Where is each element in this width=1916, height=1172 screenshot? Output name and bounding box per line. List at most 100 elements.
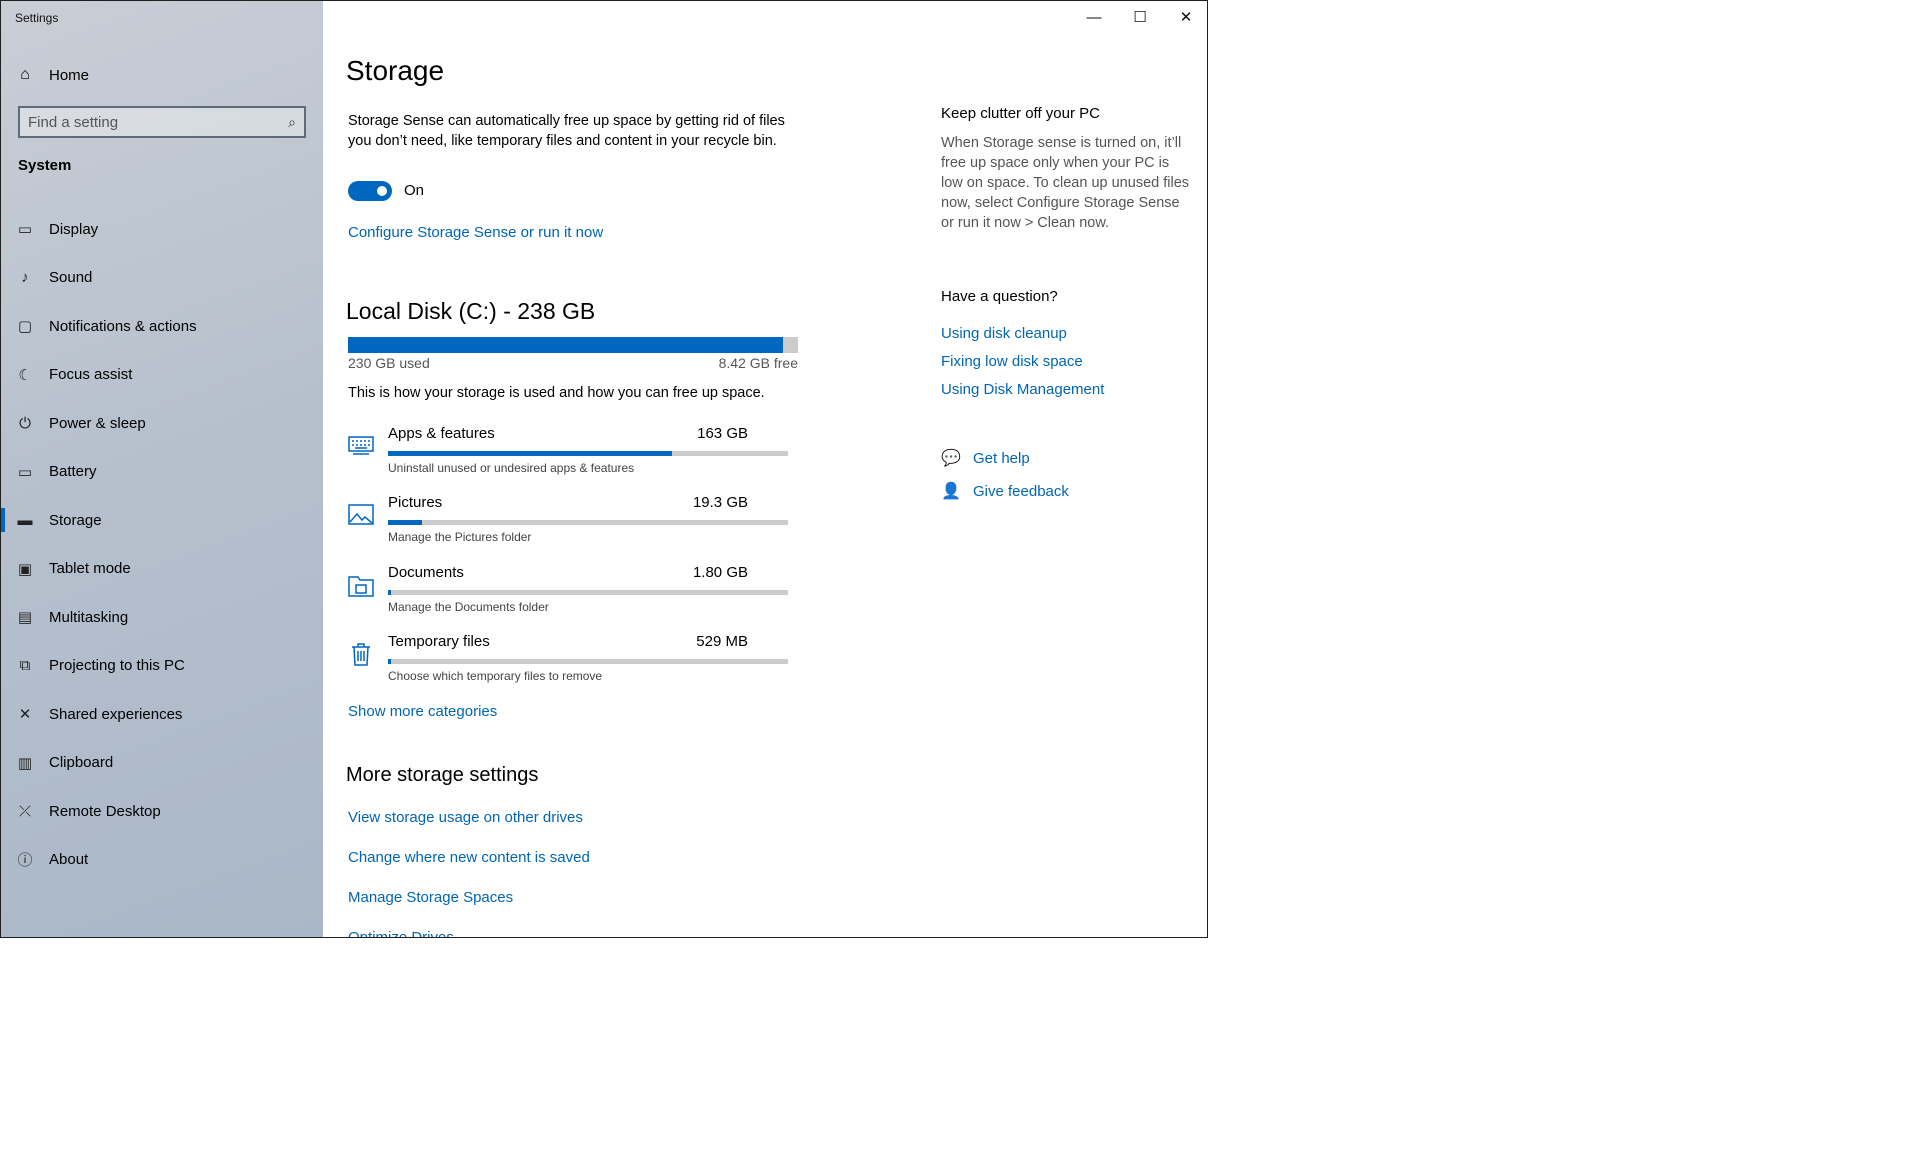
sidebar-item-remote-desktop[interactable]: ⤫ Remote Desktop: [1, 787, 323, 836]
question-title: Have a question?: [941, 288, 1058, 305]
sidebar-item-multitasking[interactable]: ▤ Multitasking: [1, 593, 323, 642]
app-title: Settings: [15, 11, 59, 25]
more-storage-settings-title: More storage settings: [346, 764, 539, 786]
search-input[interactable]: [20, 112, 280, 132]
sidebar-item-notifications[interactable]: ▢ Notifications & actions: [1, 302, 323, 351]
category-usage-bar: [388, 659, 788, 664]
home-nav-item[interactable]: ⌂ Home: [1, 57, 323, 93]
category-size: 163 GB: [697, 425, 748, 442]
chat-help-icon: 💬: [941, 450, 961, 467]
toggle-state-label: On: [404, 182, 425, 199]
sidebar-item-tablet-mode[interactable]: ▣ Tablet mode: [1, 545, 323, 594]
give-feedback-link[interactable]: Give feedback: [973, 483, 1069, 500]
category-description: Choose which temporary files to remove: [388, 669, 603, 683]
disk-usage-fill: [348, 337, 783, 353]
change-new-content-location-link[interactable]: Change where new content is saved: [348, 849, 590, 866]
sidebar-item-label: Projecting to this PC: [49, 657, 185, 675]
category-pictures[interactable]: Pictures 19.3 GB Manage the Pictures fol…: [348, 494, 788, 556]
sidebar-item-label: Storage: [49, 511, 102, 529]
show-more-categories-link[interactable]: Show more categories: [348, 703, 497, 720]
sidebar-item-label: Battery: [49, 463, 97, 481]
sidebar-item-clipboard[interactable]: ▥ Clipboard: [1, 739, 323, 788]
section-header-system: System: [18, 157, 72, 174]
multitasking-icon: ▤: [17, 609, 33, 627]
category-description: Manage the Documents folder: [388, 600, 549, 614]
optimize-drives-link[interactable]: Optimize Drives: [348, 929, 454, 937]
disk-free-label: 8.42 GB free: [718, 355, 798, 371]
storage-icon: ▬: [17, 511, 33, 529]
category-name: Apps & features: [388, 425, 495, 442]
sidebar-item-shared-experiences[interactable]: ✕ Shared experiences: [1, 690, 323, 739]
sidebar-item-label: Multitasking: [49, 608, 129, 626]
sidebar-item-label: Shared experiences: [49, 705, 183, 723]
apps-icon: [348, 436, 374, 455]
clutter-text: When Storage sense is turned on, it’ll f…: [941, 135, 1190, 231]
page-title: Storage: [346, 55, 445, 86]
trash-icon: [352, 643, 370, 666]
sidebar-item-label: Power & sleep: [49, 414, 146, 432]
category-size: 529 MB: [696, 633, 748, 650]
search-icon[interactable]: ⌕: [280, 114, 304, 131]
documents-icon: [348, 576, 374, 597]
category-size: 19.3 GB: [692, 494, 748, 511]
tablet-icon: ▣: [17, 560, 33, 578]
category-temporary-files[interactable]: Temporary files 529 MB Choose which temp…: [348, 633, 788, 695]
projecting-icon: ⧉: [19, 657, 31, 675]
sidebar-item-label: About: [49, 851, 89, 869]
category-usage-fill: [388, 659, 392, 664]
power-icon: ⏻: [19, 414, 31, 432]
toggle-knob: [377, 186, 387, 196]
using-disk-cleanup-link[interactable]: Using disk cleanup: [941, 325, 1067, 342]
category-usage-bar: [388, 451, 788, 456]
sidebar-item-sound[interactable]: ♪ Sound: [1, 254, 323, 303]
sidebar: Settings ⌂ Home ⌕ System ▭ Display ♪ Sou…: [1, 1, 323, 937]
sidebar-item-label: Sound: [49, 269, 93, 287]
manage-storage-spaces-link[interactable]: Manage Storage Spaces: [348, 889, 513, 906]
clutter-title: Keep clutter off your PC: [941, 105, 1100, 122]
home-label: Home: [49, 66, 90, 84]
category-apps-features[interactable]: Apps & features 163 GB Uninstall unused …: [348, 425, 788, 487]
feedback-icon: 👤: [941, 483, 961, 500]
sidebar-item-power-sleep[interactable]: ⏻ Power & sleep: [1, 399, 323, 448]
display-icon: ▭: [17, 221, 33, 239]
search-box[interactable]: ⌕: [18, 106, 306, 138]
info-icon: ⓘ: [17, 852, 33, 870]
fixing-low-disk-space-link[interactable]: Fixing low disk space: [941, 353, 1083, 370]
storage-sense-toggle[interactable]: [348, 181, 392, 201]
sidebar-item-focus-assist[interactable]: ☾ Focus assist: [1, 351, 323, 400]
sidebar-item-label: Tablet mode: [49, 560, 131, 578]
battery-icon: ▭: [17, 463, 33, 481]
category-usage-bar: [388, 520, 788, 525]
category-documents[interactable]: Documents 1.80 GB Manage the Documents f…: [348, 564, 788, 626]
sidebar-item-storage[interactable]: ▬ Storage: [1, 496, 323, 545]
get-help-link[interactable]: Get help: [973, 450, 1030, 467]
category-size: 1.80 GB: [692, 564, 748, 581]
sidebar-item-projecting[interactable]: ⧉ Projecting to this PC: [1, 642, 323, 691]
view-storage-other-drives-link[interactable]: View storage usage on other drives: [348, 809, 583, 826]
sidebar-item-display[interactable]: ▭ Display: [1, 205, 323, 254]
category-description: Manage the Pictures folder: [388, 530, 532, 544]
settings-window: Settings ⌂ Home ⌕ System ▭ Display ♪ Sou…: [0, 0, 1208, 938]
main-content: Storage Storage Sense can automatically …: [324, 1, 1207, 937]
category-usage-bar: [388, 590, 788, 595]
pictures-icon: [348, 504, 374, 525]
category-usage-fill: [388, 451, 672, 456]
category-name: Documents: [388, 564, 464, 581]
disk-usage-bar: [348, 337, 798, 353]
give-feedback-row[interactable]: 👤 Give feedback: [941, 481, 1069, 501]
disk-title: Local Disk (C:) - 238 GB: [346, 298, 596, 324]
shared-icon: ✕: [18, 706, 32, 724]
configure-storage-sense-link[interactable]: Configure Storage Sense or run it now: [348, 224, 603, 241]
sidebar-nav: ▭ Display ♪ Sound ▢ Notifications & acti…: [1, 205, 323, 884]
sidebar-item-label: Display: [49, 220, 99, 238]
using-disk-management-link[interactable]: Using Disk Management: [941, 381, 1104, 398]
sidebar-item-label: Notifications & actions: [49, 317, 197, 335]
sidebar-item-about[interactable]: ⓘ About: [1, 836, 323, 885]
notifications-icon: ▢: [17, 318, 33, 336]
get-help-row[interactable]: 💬 Get help: [941, 448, 1030, 468]
category-name: Pictures: [388, 494, 443, 511]
clipboard-icon: ▥: [17, 754, 33, 772]
sidebar-item-label: Clipboard: [49, 754, 114, 772]
sidebar-item-battery[interactable]: ▭ Battery: [1, 448, 323, 497]
storage-sense-description: Storage Sense can automatically free up …: [348, 113, 785, 149]
